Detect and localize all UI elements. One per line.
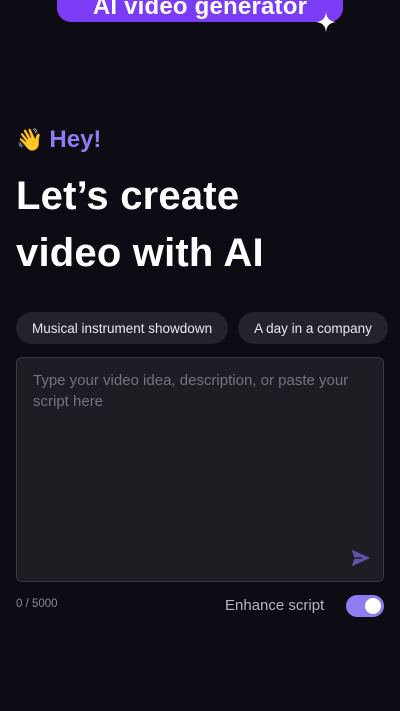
title-line-1: Let’s create xyxy=(16,174,240,218)
title-line-2: video with AI xyxy=(16,231,264,275)
waving-hand-icon: 👋 xyxy=(16,127,44,152)
page-title: Let’s create video with AI xyxy=(16,168,386,282)
badge-label: AI video generator xyxy=(92,0,308,20)
enhance-script-label: Enhance script xyxy=(225,597,325,614)
suggestion-chips: Musical instrument showdown A day in a c… xyxy=(16,312,388,344)
character-counter: 0 / 5000 xyxy=(16,598,58,610)
app-screen: AI video generator 👋 Hey! Let’s create v… xyxy=(0,0,400,711)
input-placeholder: Type your video idea, description, or pa… xyxy=(33,372,349,410)
ai-video-generator-badge[interactable]: AI video generator xyxy=(57,0,343,22)
toggle-knob xyxy=(365,598,381,614)
enhance-script-toggle[interactable] xyxy=(346,595,384,617)
sparkle-icon xyxy=(316,12,336,32)
send-icon[interactable] xyxy=(350,547,372,569)
greeting-text: Hey! xyxy=(49,126,102,153)
video-idea-input[interactable]: Type your video idea, description, or pa… xyxy=(16,357,384,582)
greeting: 👋 Hey! xyxy=(16,126,101,154)
suggestion-chip[interactable]: Musical instrument showdown xyxy=(16,312,229,344)
suggestion-chip[interactable]: A day in a company xyxy=(238,312,388,344)
